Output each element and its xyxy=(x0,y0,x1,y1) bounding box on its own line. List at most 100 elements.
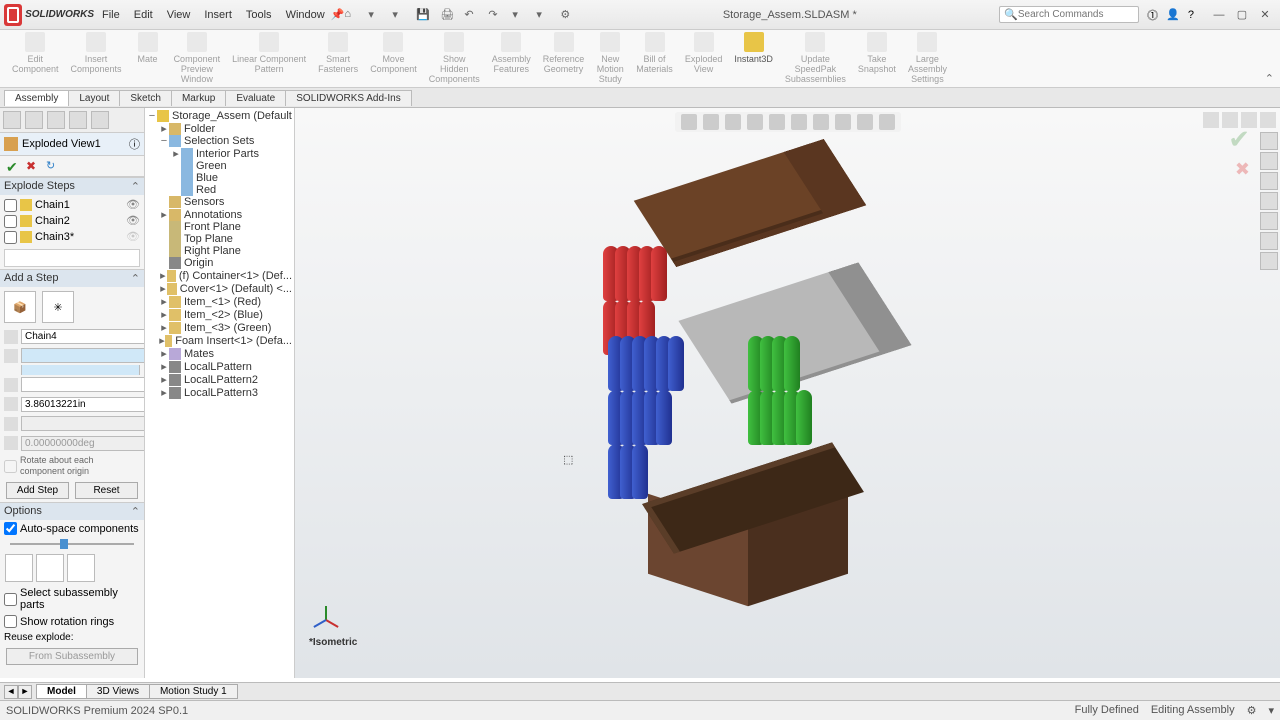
ribbon-instant3d[interactable]: Instant3D xyxy=(728,32,779,85)
task-pane-appear-icon[interactable] xyxy=(1260,212,1278,230)
tree-item[interactable]: ▸Cover<1> (Default) <... xyxy=(145,282,294,295)
tree-item[interactable]: ▸LocalLPattern xyxy=(145,360,294,373)
tab-solidworks-add-ins[interactable]: SOLIDWORKS Add-Ins xyxy=(285,90,411,106)
help-icon[interactable]: ? xyxy=(1188,9,1194,21)
notifications-icon[interactable]: ⓵ xyxy=(1147,7,1158,23)
search-input[interactable] xyxy=(1018,9,1134,20)
ribbon-update[interactable]: Update SpeedPak Subassemblies xyxy=(779,32,852,85)
minimize-icon[interactable]: — xyxy=(1208,6,1230,24)
step-name-input[interactable] xyxy=(21,329,145,344)
display-tab-icon[interactable] xyxy=(69,111,87,129)
confirm-check-icon[interactable]: ✔ xyxy=(1228,124,1250,155)
ribbon-component[interactable]: Component Preview Window xyxy=(168,32,227,85)
tree-item[interactable]: ▸(f) Container<1> (Def... xyxy=(145,269,294,282)
task-pane-home-icon[interactable] xyxy=(1260,132,1278,150)
new-icon[interactable]: ▾ xyxy=(368,8,382,22)
tree-item[interactable]: ▸Mates xyxy=(145,347,294,360)
options-icon[interactable]: ⚙ xyxy=(560,8,574,22)
lid-geometry[interactable] xyxy=(634,139,867,267)
tree-item[interactable]: Blue xyxy=(145,172,294,184)
ribbon-take[interactable]: Take Snapshot xyxy=(852,32,902,85)
auto-space-checkbox[interactable] xyxy=(4,522,17,535)
ribbon-linear-component[interactable]: Linear Component Pattern xyxy=(226,32,312,85)
ribbon-smart[interactable]: Smart Fasteners xyxy=(312,32,364,85)
tab-sketch[interactable]: Sketch xyxy=(119,90,172,106)
add-step-button[interactable]: Add Step xyxy=(6,482,69,499)
scene-icon[interactable] xyxy=(857,114,873,130)
ok-icon[interactable]: ✔ xyxy=(6,159,20,173)
menu-file[interactable]: File xyxy=(102,9,120,21)
search-box[interactable]: 🔍 xyxy=(999,6,1139,23)
maximize-icon[interactable]: ▢ xyxy=(1231,6,1253,24)
step-item[interactable]: Chain1👁 xyxy=(2,197,142,213)
tree-item[interactable]: ▸LocalLPattern2 xyxy=(145,373,294,386)
open-icon[interactable]: ▾ xyxy=(392,8,406,22)
preview-icon[interactable]: ↻ xyxy=(46,159,60,173)
appearance-icon[interactable] xyxy=(835,114,851,130)
ribbon-insert[interactable]: Insert Components xyxy=(65,32,128,85)
menu-window[interactable]: Window xyxy=(286,9,325,21)
tree-item[interactable]: ▸Item_<1> (Red) xyxy=(145,295,294,308)
angle-input[interactable] xyxy=(21,436,145,451)
view-triad[interactable] xyxy=(311,598,341,628)
ribbon-large[interactable]: Large Assembly Settings xyxy=(902,32,953,85)
step-item[interactable]: Chain3*👁 xyxy=(2,229,142,245)
ribbon-new[interactable]: New Motion Study xyxy=(590,32,630,85)
tree-item[interactable]: ▸Annotations xyxy=(145,208,294,221)
confirm-x-icon[interactable]: ✖ xyxy=(1235,159,1250,180)
green-items[interactable] xyxy=(750,338,810,446)
spacing-slider[interactable] xyxy=(0,537,144,551)
save-icon[interactable]: 💾 xyxy=(416,8,430,22)
home-icon[interactable]: ⌂ xyxy=(344,8,358,22)
bottom-tab-motion-study-1[interactable]: Motion Study 1 xyxy=(149,684,238,699)
login-icon[interactable]: 👤 xyxy=(1166,8,1180,21)
pin-icon[interactable]: 📌 xyxy=(331,8,345,21)
from-subassembly-button[interactable]: From Subassembly xyxy=(6,648,138,665)
close-icon[interactable]: ✕ xyxy=(1254,6,1276,24)
redo-icon[interactable]: ↷ xyxy=(488,8,502,22)
section-options[interactable]: Options⌃ xyxy=(0,502,144,520)
tab-markup[interactable]: Markup xyxy=(171,90,226,106)
section-explode-steps[interactable]: Explode Steps⌃ xyxy=(0,177,144,195)
tree-item[interactable]: Origin xyxy=(145,257,294,269)
task-pane-forum-icon[interactable] xyxy=(1260,252,1278,270)
axis-input[interactable] xyxy=(21,416,145,431)
bottom-tab-model[interactable]: Model xyxy=(36,684,87,699)
status-custom-icon[interactable]: ▾ xyxy=(1268,704,1274,717)
tree-item[interactable]: ▸Item_<3> (Green) xyxy=(145,321,294,334)
tree-item[interactable]: Front Plane xyxy=(145,221,294,233)
tab-layout[interactable]: Layout xyxy=(68,90,120,106)
hide-show-icon[interactable] xyxy=(813,114,829,130)
section-view-icon[interactable] xyxy=(747,114,763,130)
radial-step-icon[interactable]: ✳ xyxy=(42,291,74,323)
ribbon-edit[interactable]: Edit Component xyxy=(6,32,65,85)
vp-min-icon[interactable] xyxy=(1203,112,1219,128)
tree-item[interactable]: Right Plane xyxy=(145,245,294,257)
graphics-viewport[interactable]: ✔ ✖ xyxy=(295,108,1280,678)
task-pane-prop-icon[interactable] xyxy=(1260,232,1278,250)
ribbon-mate[interactable]: Mate xyxy=(128,32,168,85)
info-icon[interactable]: ⓘ xyxy=(129,136,140,152)
display-style-icon[interactable] xyxy=(791,114,807,130)
tree-item[interactable]: −Storage_Assem (Default xyxy=(145,110,294,122)
task-pane-lib-icon[interactable] xyxy=(1260,152,1278,170)
menu-insert[interactable]: Insert xyxy=(204,9,232,21)
ribbon-show[interactable]: Show Hidden Components xyxy=(423,32,486,85)
refresh-tab-icon[interactable] xyxy=(91,111,109,129)
status-units-icon[interactable]: ⚙ xyxy=(1247,704,1257,717)
zoom-fit-icon[interactable] xyxy=(681,114,697,130)
tree-item[interactable]: Red xyxy=(145,184,294,196)
collapse-ribbon-icon[interactable]: ⌃ xyxy=(1265,72,1274,85)
show-rings-checkbox[interactable] xyxy=(4,615,17,628)
view-orient-icon[interactable] xyxy=(769,114,785,130)
select-icon[interactable]: ▾ xyxy=(512,8,526,22)
bbox-center-option-icon[interactable] xyxy=(36,554,64,582)
config-tab-icon[interactable] xyxy=(47,111,65,129)
ribbon-bill-of[interactable]: Bill of Materials xyxy=(630,32,679,85)
select-sub-checkbox[interactable] xyxy=(4,593,17,606)
distance-input[interactable] xyxy=(21,397,145,412)
bbox-gap-option-icon[interactable] xyxy=(67,554,95,582)
tab-evaluate[interactable]: Evaluate xyxy=(225,90,286,106)
reset-button[interactable]: Reset xyxy=(75,482,138,499)
vp-close-icon[interactable] xyxy=(1260,112,1276,128)
